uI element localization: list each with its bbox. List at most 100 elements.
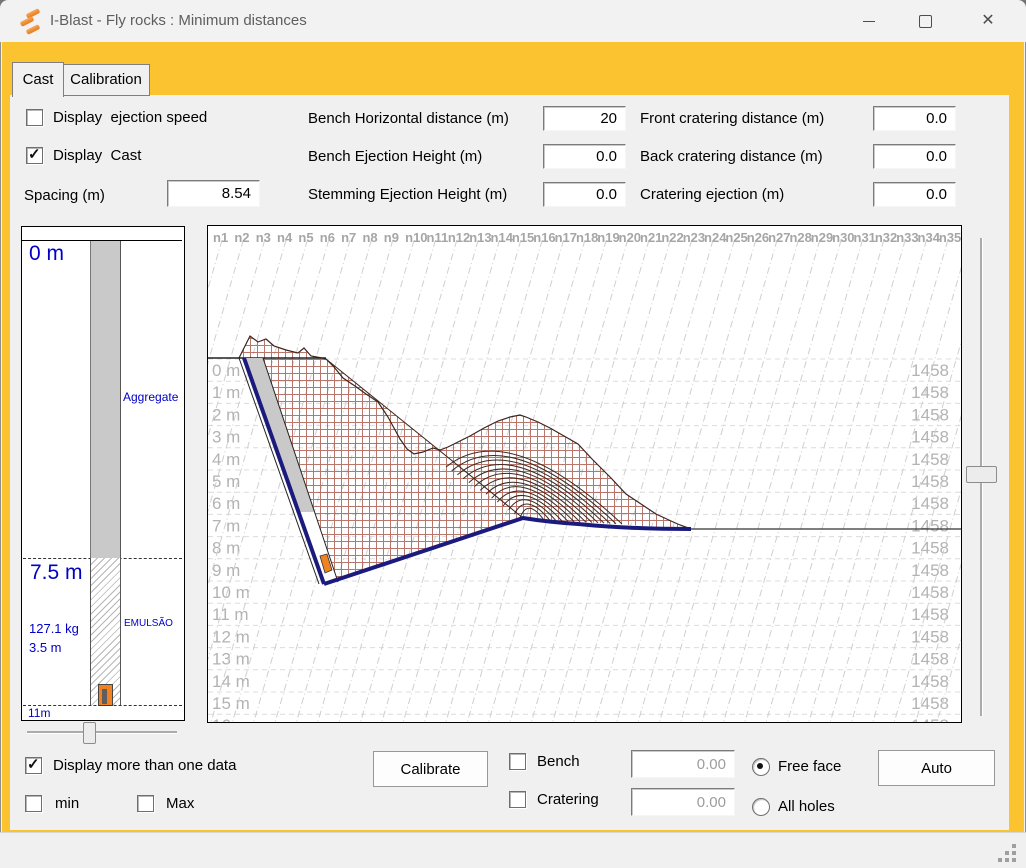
app-icon	[17, 9, 43, 35]
collar-depth-label: 0 m	[29, 242, 64, 266]
svg-text:n5: n5	[298, 230, 313, 245]
min-label: min	[55, 795, 79, 812]
bench-horizontal-distance-label: Bench Horizontal distance (m)	[308, 110, 509, 127]
stemming-ejection-height-input[interactable]	[543, 182, 626, 207]
tab-cast[interactable]: Cast	[12, 62, 64, 97]
spacing-input[interactable]	[167, 180, 260, 207]
bench-checkbox[interactable]	[509, 753, 526, 770]
maximize-icon	[919, 15, 932, 28]
max-checkbox[interactable]	[137, 795, 154, 812]
display-ejection-speed-checkbox[interactable]	[26, 109, 43, 126]
svg-text:n32: n32	[875, 230, 897, 245]
maximize-button[interactable]	[896, 0, 952, 42]
explosive-name-label: EMULSÃO	[124, 618, 173, 629]
svg-text:n14: n14	[491, 230, 514, 245]
calibrate-button[interactable]: Calibrate	[373, 751, 488, 787]
detonator-icon	[102, 689, 107, 704]
bench-ejection-height-input[interactable]	[543, 144, 626, 169]
svg-text:1458: 1458	[911, 428, 949, 447]
resize-grip[interactable]	[997, 844, 1019, 864]
svg-text:1458: 1458	[911, 583, 949, 602]
svg-text:1458: 1458	[911, 539, 949, 558]
svg-text:n28: n28	[789, 230, 811, 245]
svg-text:n23: n23	[683, 230, 705, 245]
svg-text:15 m: 15 m	[212, 694, 250, 713]
svg-text:n3: n3	[256, 230, 271, 245]
svg-text:n7: n7	[341, 230, 356, 245]
svg-text:1458: 1458	[911, 650, 949, 669]
charge-length-label: 3.5 m	[29, 640, 62, 655]
tab-calibration[interactable]: Calibration	[62, 64, 150, 96]
svg-text:1458: 1458	[911, 450, 949, 469]
svg-text:n26: n26	[747, 230, 769, 245]
svg-text:6 m: 6 m	[212, 494, 240, 513]
svg-text:n34: n34	[918, 230, 941, 245]
svg-text:n11: n11	[427, 230, 449, 245]
svg-text:n36: n36	[960, 230, 961, 245]
cratering-label: Cratering	[537, 791, 599, 808]
stemming-material-label: Aggregate	[123, 390, 178, 404]
all-holes-label: All holes	[778, 798, 835, 815]
svg-text:n20: n20	[619, 230, 641, 245]
hole-slider-thumb[interactable]	[83, 722, 96, 744]
borehole-diagram-panel: 0 m Aggregate 7.5 m 127.1 kg 3.5 m EMULS…	[21, 226, 185, 721]
svg-text:n6: n6	[320, 230, 335, 245]
bench-ejection-height-label: Bench Ejection Height (m)	[308, 148, 482, 165]
min-checkbox[interactable]	[25, 795, 42, 812]
svg-text:1458: 1458	[911, 672, 949, 691]
back-cratering-distance-input[interactable]	[873, 144, 956, 169]
svg-text:n33: n33	[896, 230, 918, 245]
front-cratering-distance-input[interactable]	[873, 106, 956, 131]
app-window: I-Blast - Fly rocks : Minimum distances …	[0, 0, 1026, 868]
stemming-column	[90, 241, 121, 558]
titlebar: I-Blast - Fly rocks : Minimum distances …	[0, 0, 1026, 42]
svg-text:1458: 1458	[911, 561, 949, 580]
svg-text:2 m: 2 m	[212, 405, 240, 424]
hole-slider-track[interactable]	[27, 731, 177, 733]
spacing-label: Spacing (m)	[24, 187, 105, 204]
bench-horizontal-distance-input[interactable]	[543, 106, 626, 131]
svg-text:n16: n16	[533, 230, 555, 245]
svg-text:n27: n27	[768, 230, 790, 245]
svg-text:n22: n22	[661, 230, 683, 245]
svg-text:1458: 1458	[911, 516, 949, 535]
minimize-button[interactable]	[840, 0, 896, 42]
charge-mass-label: 127.1 kg	[29, 621, 79, 636]
svg-text:n30: n30	[832, 230, 854, 245]
close-button[interactable]: ✕	[960, 0, 1016, 42]
display-ejection-speed-label: Display ejection speed	[53, 109, 207, 126]
display-cast-label: Display Cast	[53, 147, 141, 164]
svg-text:n15: n15	[512, 230, 534, 245]
display-more-label: Display more than one data	[53, 757, 236, 774]
svg-text:n8: n8	[362, 230, 377, 245]
svg-text:0 m: 0 m	[212, 361, 240, 380]
free-face-radio[interactable]	[752, 758, 770, 776]
display-cast-checkbox[interactable]	[26, 147, 43, 164]
cratering-value-input[interactable]	[631, 788, 735, 816]
all-holes-radio[interactable]	[752, 798, 770, 816]
max-label: Max	[166, 795, 194, 812]
charge-top-depth-label: 7.5 m	[30, 561, 83, 585]
svg-text:n24: n24	[704, 230, 727, 245]
bench-label: Bench	[537, 753, 580, 770]
svg-text:n1: n1	[213, 230, 228, 245]
minimize-icon	[863, 21, 875, 22]
svg-text:1458: 1458	[911, 694, 949, 713]
blast-profile-panel: 0 m14581 m14582 m14583 m14584 m14585 m14…	[207, 225, 962, 723]
svg-text:14 m: 14 m	[212, 672, 250, 691]
display-more-checkbox[interactable]	[25, 757, 42, 774]
auto-button[interactable]: Auto	[878, 750, 995, 786]
svg-text:n21: n21	[640, 230, 662, 245]
cratering-ejection-input[interactable]	[873, 182, 956, 207]
stemming-ejection-height-label: Stemming Ejection Height (m)	[308, 186, 507, 203]
svg-text:16 m: 16 m	[212, 716, 250, 722]
cratering-checkbox[interactable]	[509, 791, 526, 808]
svg-text:n9: n9	[384, 230, 399, 245]
svg-text:n2: n2	[234, 230, 249, 245]
chart-slider-thumb[interactable]	[966, 466, 997, 483]
svg-text:n18: n18	[576, 230, 598, 245]
svg-text:1458: 1458	[911, 472, 949, 491]
charge-column	[90, 558, 121, 705]
bench-value-input[interactable]	[631, 750, 735, 778]
svg-text:n13: n13	[469, 230, 491, 245]
